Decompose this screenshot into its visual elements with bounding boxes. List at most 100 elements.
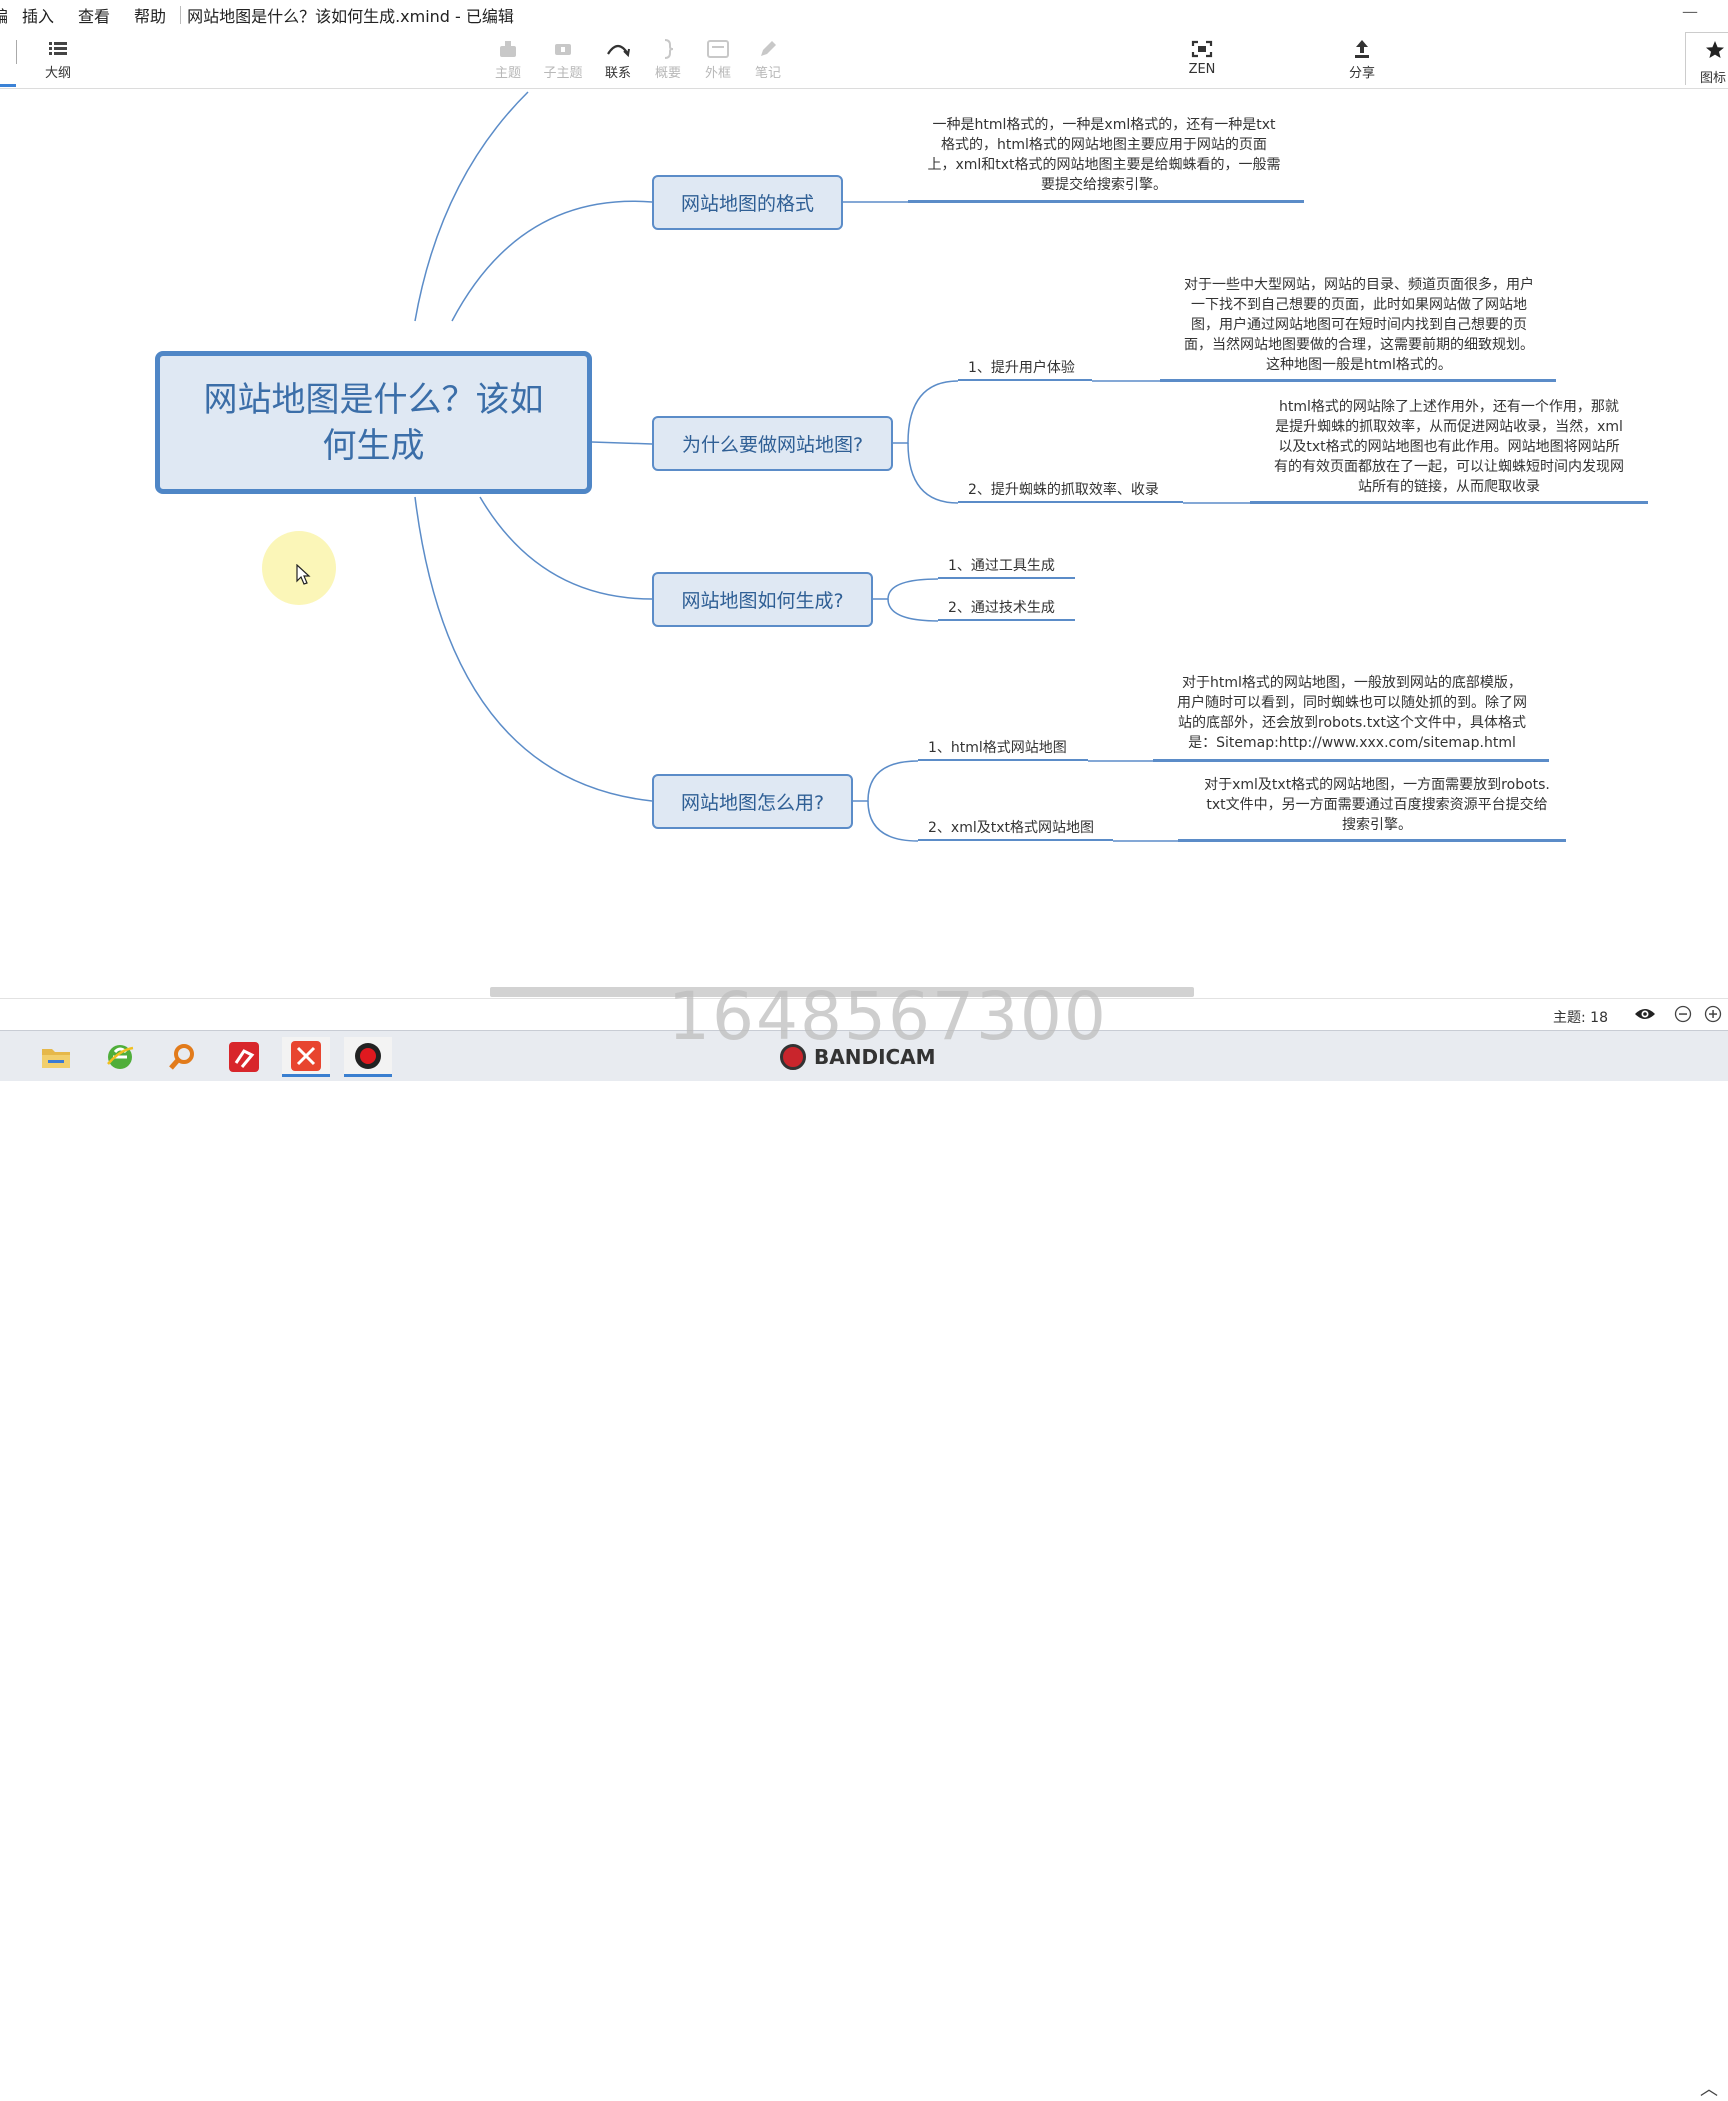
note-line: 站所有的链接，从而爬取收录 [1358,479,1540,495]
taskbar-recorder[interactable] [344,1037,392,1077]
note-line: 有的有效页面都放在了一起，可以让蜘蛛短时间内发现网 [1274,459,1624,475]
note-line: 对于xml及txt格式的网站地图，一方面需要放到robots. [1204,777,1550,793]
subtopic-html-sitemap[interactable]: 1、html格式网站地图 [928,737,1067,757]
app-red-icon [229,1042,259,1072]
menu-help[interactable]: 帮助 [134,3,166,27]
menu-insert[interactable]: 插入 [22,3,54,27]
note-crawl-efficiency[interactable]: html格式的网站除了上述作用外，还有一个作用，那就 是提升蜘蛛的抓取效率，从而… [1250,397,1648,497]
topic-format[interactable]: 网站地图的格式 [652,175,843,230]
menu-edit-partial[interactable]: 编 [0,3,8,27]
share-button[interactable]: 分享 [1337,36,1387,81]
note-line: 图，用户通过网站地图可在短时间内找到自己想要的页 [1191,317,1527,333]
taskbar-search-tool[interactable] [158,1037,206,1077]
summary-brace-icon [664,39,674,59]
subtopic-xml-txt-sitemap[interactable]: 2、xml及txt格式网站地图 [928,817,1094,837]
note-line: 上，xml和txt格式的网站地图主要是给蜘蛛看的，一般需 [927,157,1281,173]
note-line: 对于html格式的网站地图，一般放到网站的底部模版， [1182,675,1522,691]
topic-format-text: 网站地图的格式 [680,193,814,215]
note-label: 笔记 [754,66,781,81]
subtopic-html-sitemap-text: 1、html格式网站地图 [928,740,1067,756]
upload-icon [1355,40,1369,58]
note-underline [1178,839,1566,842]
mindmap-canvas[interactable]: 网站地图是什么？该如何生成 网站地图的格式 一种是html格式的，一种是xml格… [0,89,1728,987]
note-line: 要提交给搜索引擎。 [1041,177,1167,193]
tray-chevron-up-icon[interactable]: ︿ [1700,2075,1718,2101]
record-icon [355,1042,381,1069]
subtopic-user-experience-text: 1、提升用户体验 [968,360,1075,376]
outline-button[interactable]: 大纲 [33,36,83,81]
note-format[interactable]: 一种是html格式的，一种是xml格式的，还有一种是txt 格式的，html格式… [908,115,1300,195]
topic-icon [500,41,516,57]
note-underline [1153,759,1549,762]
taskbar-browser[interactable] [96,1037,144,1077]
subtopic-crawl-efficiency-text: 2、提升蜘蛛的抓取效率、收录 [968,482,1159,498]
relationship-icon [607,44,630,58]
recorder-brand: BANDICAM [814,1045,936,1069]
connector-use [414,496,653,802]
note-line: txt文件中，另一方面需要通过百度搜索资源平台提交给 [1206,797,1548,813]
note-line: 对于一些中大型网站，网站的目录、频道页面很多，用户 [1184,277,1534,293]
eye-icon[interactable] [1634,1005,1656,1023]
relationship-button[interactable]: 联系 [593,36,643,81]
menu-bar: 编 插入 查看 帮助 网站地图是什么？该如何生成.xmind - 已编辑 — [0,0,1728,30]
note-format-underline [908,200,1304,203]
note-line: 用户随时可以看到，同时蜘蛛也可以随处抓的到。除了网 [1177,695,1527,711]
topic-label: 主题 [494,66,521,81]
subtopic-underline [958,379,1092,381]
pencil-icon [761,41,776,56]
zen-label: ZEN [1188,62,1216,77]
note-html-sitemap[interactable]: 对于html格式的网站地图，一般放到网站的底部模版， 用户随时可以看到，同时蜘蛛… [1153,673,1551,753]
taskbar-xmind[interactable] [282,1037,330,1077]
mouse-pointer-icon [296,564,311,585]
connector-use-2 [867,800,919,842]
connector-format [451,200,653,322]
subtopic-tech-generate[interactable]: 2、通过技术生成 [948,597,1055,617]
topic-use[interactable]: 网站地图怎么用? [652,774,853,829]
note-xml-txt-sitemap[interactable]: 对于xml及txt格式的网站地图，一方面需要放到robots. txt文件中，另… [1178,775,1576,835]
subtopic-crawl-efficiency[interactable]: 2、提升蜘蛛的抓取效率、收录 [968,479,1159,499]
icons-panel-button[interactable]: 图标 [1685,32,1728,86]
toolbar: 大纲 主题 子主题 联系 概要 外框 笔记 ZEN 分享 图标 [0,30,1728,89]
topic-use-text: 网站地图怎么用? [680,792,825,814]
summary-button[interactable]: 概要 [643,36,693,81]
relationship-label: 联系 [604,66,631,81]
taskbar-file-explorer[interactable] [32,1037,80,1077]
subtopic-underline [918,839,1113,841]
connector-use-1 [853,760,919,802]
minimize-button[interactable]: — [1682,2,1698,21]
boundary-label: 外框 [704,66,731,81]
note-line: 搜索引擎。 [1342,817,1412,833]
topic-button[interactable]: 主题 [483,36,533,81]
note-line: 一下找不到自己想要的页面，此时如果网站做了网站地 [1191,297,1527,313]
menu-view[interactable]: 查看 [78,3,110,27]
topic-why[interactable]: 为什么要做网站地图? [652,416,893,471]
note-line: 站的底部外，还会放到robots.txt这个文件中，具体格式 [1178,715,1526,731]
outline-label: 大纲 [44,66,71,81]
boundary-button[interactable]: 外框 [693,36,743,81]
subtopic-underline [958,501,1183,503]
zoom-in-icon[interactable] [1704,1005,1722,1023]
menu-divider [180,6,182,24]
toolbar-divider [16,40,17,64]
share-label: 分享 [1348,66,1375,81]
taskbar-app-red[interactable] [220,1037,268,1077]
subtopic-underline [938,619,1075,621]
subtopic-tool-generate-text: 1、通过工具生成 [948,558,1055,574]
zoom-out-icon[interactable] [1674,1005,1692,1023]
note-user-experience[interactable]: 对于一些中大型网站，网站的目录、频道页面很多，用户 一下找不到自己想要的页面，此… [1160,275,1558,375]
note-line: 这种地图一般是html格式的。 [1266,357,1452,373]
topic-how[interactable]: 网站地图如何生成? [652,572,873,627]
subtopic-icon [555,44,571,55]
note-line: 是提升蜘蛛的抓取效率，从而促进网站收录，当然，xml [1275,419,1623,435]
topic-count: 主题: 18 [1553,1010,1608,1026]
note-line: html格式的网站除了上述作用外，还有一个作用，那就 [1279,399,1619,415]
summary-label: 概要 [654,66,681,81]
zen-button[interactable]: ZEN [1177,36,1227,77]
subtopic-button[interactable]: 子主题 [538,36,588,81]
connector-why-1 [893,380,959,444]
note-button[interactable]: 笔记 [743,36,793,81]
subtopic-user-experience[interactable]: 1、提升用户体验 [968,357,1075,377]
connector-lines [414,91,1250,842]
subtopic-tool-generate[interactable]: 1、通过工具生成 [948,555,1055,575]
central-topic[interactable]: 网站地图是什么？该如何生成 [155,351,592,494]
